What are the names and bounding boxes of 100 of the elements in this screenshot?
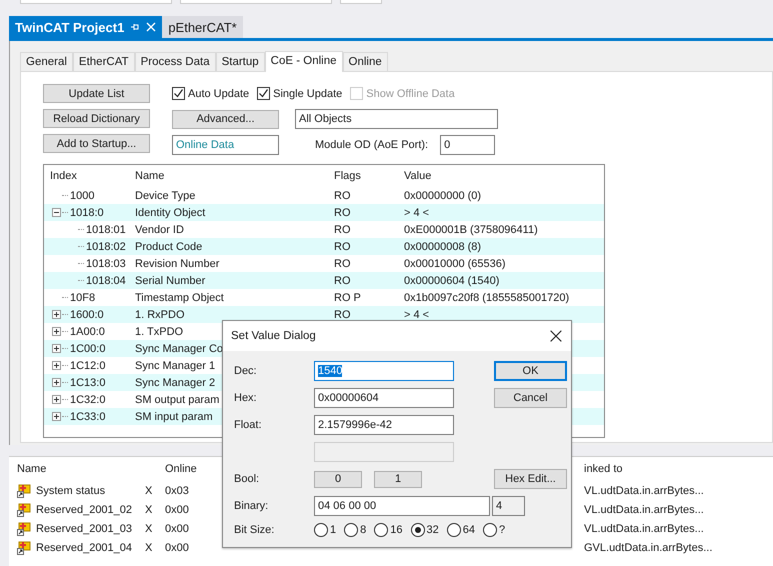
column-header[interactable]: Flags — [334, 170, 404, 182]
flags-cell: RO — [334, 240, 350, 252]
flags-cell: RO — [334, 308, 350, 320]
linked-to-cell-text: GVL.udtData.in.arrBytes... — [584, 542, 714, 554]
update-list-button[interactable]: Update List — [43, 84, 150, 103]
name-cell: Timestamp Object — [135, 292, 224, 304]
cancel-button[interactable]: Cancel — [494, 388, 567, 408]
radio-button[interactable]: 32 — [410, 523, 439, 537]
name-cell: 1. RxPDO — [135, 308, 185, 320]
linked-to-cell-text: VL.udtData.in.arrBytes... — [584, 504, 705, 516]
online-cell-text: 0x03 — [165, 484, 190, 496]
value-cell: 0x00000604 (1540) — [404, 274, 500, 286]
tab[interactable]: General — [20, 52, 73, 71]
field-label: Bool: — [234, 473, 260, 485]
flags-cell: RO — [334, 206, 350, 218]
name-cell: Identity Object — [135, 206, 206, 218]
expander-icon[interactable] — [52, 395, 61, 404]
name-cell: SM input param — [135, 410, 213, 422]
advanced-button[interactable]: Advanced... — [172, 110, 279, 128]
close-button[interactable]: × — [541, 324, 571, 348]
tab[interactable]: Online — [342, 52, 388, 71]
variable-icon — [17, 484, 31, 498]
field-label: Bit Size: — [234, 524, 276, 536]
name-cell: Reserved_2001_04 — [36, 542, 132, 554]
value-cell: 0x00010000 (65536) — [404, 258, 506, 270]
document-tab[interactable]: pEtherCAT* — [162, 16, 243, 38]
index-cell: 1C00:0 — [70, 342, 106, 354]
expander-icon[interactable] — [52, 361, 61, 370]
name-cell: Reserved_2001_02 — [36, 504, 132, 516]
column-header[interactable]: Name — [135, 170, 334, 182]
tab[interactable]: Process Data — [134, 52, 216, 71]
index-cell: 1C32:0 — [70, 394, 106, 406]
value-cell: > 4 < — [404, 308, 430, 320]
index-cell: 1600:0 — [70, 308, 104, 320]
expander-icon[interactable] — [52, 327, 61, 336]
expander-icon[interactable] — [52, 412, 61, 421]
ok-button[interactable]: OK — [494, 361, 567, 381]
value-cell: 0x1b0097c20f8 (1855585001720) — [404, 292, 570, 304]
name-cell: Product Code — [135, 240, 202, 252]
field-label: Hex: — [234, 392, 258, 404]
column-header[interactable]: inked to — [584, 463, 770, 475]
name-cell: Sync Manager 2 — [135, 376, 216, 388]
checkmark-icon — [173, 88, 184, 99]
value-cell: 0xE000001B (3758096411) — [404, 224, 538, 236]
expander-icon[interactable] — [52, 378, 61, 387]
flags-cell: RO P — [334, 292, 361, 304]
value-field[interactable]: 2.1579996e-42 — [314, 415, 454, 435]
reload-dictionary-button[interactable]: Reload Dictionary — [43, 109, 150, 128]
field-label: Dec: — [234, 365, 258, 377]
toolbar-field[interactable] — [180, 0, 332, 4]
checkbox[interactable]: Auto Update — [172, 87, 250, 100]
index-cell: 1000 — [70, 190, 94, 202]
column-header[interactable]: Index — [44, 170, 135, 182]
module-od-field[interactable]: 0 — [440, 135, 496, 155]
value-field[interactable]: 1540 — [314, 361, 454, 381]
document-tab[interactable]: TwinCAT Project1 — [9, 16, 162, 38]
tab[interactable]: EtherCAT — [72, 52, 135, 71]
name-cell: SM output param — [135, 394, 220, 406]
flags-cell: RO — [334, 190, 350, 202]
checkmark-icon — [258, 88, 270, 99]
column-header[interactable]: Name — [9, 463, 145, 475]
online-cell-text: 0x00 — [165, 542, 190, 554]
index-cell: 1018:03 — [86, 258, 126, 270]
index-cell: 1C12:0 — [70, 360, 106, 372]
linked-to-cell-text: VL.udtData.in.arrBytes... — [584, 522, 705, 534]
pin-icon[interactable] — [130, 22, 140, 32]
bool-button[interactable]: 0 — [314, 470, 362, 488]
binary-field[interactable]: 04 06 00 00 — [314, 496, 490, 516]
name-cell: Serial Number — [135, 274, 206, 286]
toolbar-field[interactable] — [340, 0, 382, 4]
value-field[interactable]: 0x00000604 — [314, 388, 454, 408]
filter-field[interactable]: All Objects — [295, 109, 498, 129]
name-cell: System status — [36, 484, 106, 496]
tab[interactable]: Startup — [216, 52, 265, 71]
tab[interactable]: CoE - Online — [264, 51, 343, 72]
add-to-startup-button[interactable]: Add to Startup... — [43, 134, 150, 153]
expander-icon[interactable] — [52, 310, 61, 319]
toolbar-field[interactable] — [20, 0, 172, 4]
name-cell: Vendor ID — [135, 224, 184, 236]
linked-to-cell-text: VL.udtData.in.arrBytes... — [584, 484, 705, 496]
hex-edit-button[interactable]: Hex Edit... — [494, 469, 567, 489]
expander-icon[interactable] — [52, 344, 61, 353]
index-cell: 1018:01 — [86, 224, 126, 236]
mark-cell-text: X — [145, 522, 154, 534]
checkbox[interactable]: Single Update — [257, 87, 342, 100]
index-cell: 1018:02 — [86, 240, 126, 252]
close-icon[interactable] — [146, 22, 156, 32]
value-cell: 0x00000000 (0) — [404, 190, 482, 202]
index-cell: 1C33:0 — [70, 410, 106, 422]
flags-cell: RO — [334, 274, 350, 286]
mark-cell-text: X — [145, 484, 154, 496]
column-header[interactable]: Value — [404, 170, 604, 182]
column-header[interactable]: Online — [165, 463, 225, 475]
expander-icon[interactable] — [52, 208, 61, 217]
field-label: Float: — [234, 419, 263, 431]
field-label: Binary: — [234, 500, 270, 512]
bool-button[interactable]: 1 — [374, 470, 422, 488]
index-cell: 1A00:0 — [70, 326, 105, 338]
data-source-field[interactable]: Online Data — [172, 135, 279, 155]
name-cell: Sync Manager 1 — [135, 360, 216, 372]
